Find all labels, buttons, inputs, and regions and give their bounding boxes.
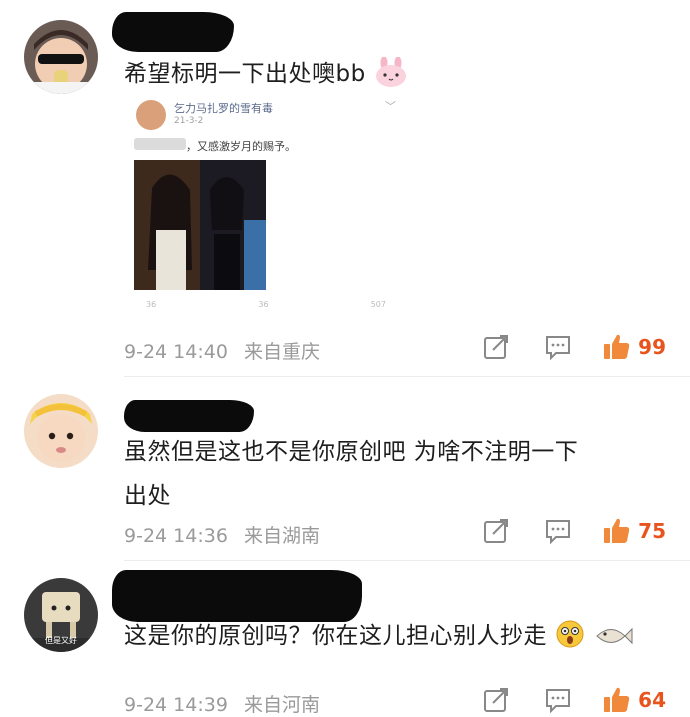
comment-date: 9-24 14:36	[124, 525, 228, 547]
divider	[124, 560, 690, 561]
avatar[interactable]	[24, 20, 98, 94]
avatar[interactable]: 但是又好	[24, 578, 98, 652]
comment-text: 这是你的原创吗？你在这儿担心别人抄走	[124, 614, 633, 658]
divider	[124, 376, 690, 377]
share-icon[interactable]	[482, 686, 510, 714]
quoted-stats: 36 36 507	[146, 300, 386, 309]
comment-meta: 9-24 14:36 来自湖南	[124, 521, 320, 548]
comment-date: 9-24 14:40	[124, 341, 228, 363]
fish-sticker-icon	[595, 627, 633, 645]
comment-icon[interactable]	[544, 686, 572, 714]
comment-location: 来自湖南	[243, 525, 320, 547]
comment-text: 希望标明一下出处噢bb	[124, 52, 408, 96]
like-button[interactable]: 99	[602, 332, 666, 362]
comment-icon[interactable]	[544, 333, 572, 361]
comment-meta: 9-24 14:39 来自河南	[124, 690, 320, 717]
thumbs-up-icon	[604, 334, 630, 359]
quoted-avatar	[136, 100, 166, 130]
quoted-photo	[134, 160, 266, 290]
comment-2: 虽然但是这也不是你原创吧 为啥不注明一下 出处 9-24 14:36 来自湖南 …	[0, 378, 690, 562]
thumbs-up-icon	[604, 687, 630, 712]
avatar-caption: 但是又好	[45, 636, 77, 645]
comment-date: 9-24 14:39	[124, 694, 228, 716]
surprised-emoji-icon	[556, 620, 584, 648]
share-icon[interactable]	[482, 517, 510, 545]
quoted-text: ，又感激岁月的赐予。	[186, 140, 296, 153]
comment-3: 但是又好 这是你的原创吗？你在这儿担心别人抄走 9-24 14:39 来自河南	[0, 562, 690, 717]
bunny-emoji-icon	[375, 56, 406, 87]
comment-actions: 99	[448, 332, 666, 362]
like-button[interactable]: 64	[602, 685, 666, 715]
quoted-date: 21-3-2	[174, 116, 204, 126]
comment-actions: 75	[448, 516, 666, 546]
like-count: 64	[638, 688, 666, 712]
like-button[interactable]: 75	[602, 516, 666, 546]
comment-actions: 64	[448, 685, 666, 715]
avatar[interactable]	[24, 394, 98, 468]
share-icon[interactable]	[482, 333, 510, 361]
like-count: 75	[638, 519, 666, 543]
redacted-username	[112, 12, 234, 52]
comment-location: 来自重庆	[243, 341, 320, 363]
quoted-post[interactable]: 乞力马扎罗的雪有毒 21-3-2 ﹀ ，又感激岁月的赐予。 36 36 507	[132, 94, 402, 316]
thumbs-up-icon	[604, 518, 630, 543]
quoted-author: 乞力马扎罗的雪有毒	[174, 102, 273, 115]
redacted-username	[124, 400, 254, 432]
comment-location: 来自河南	[243, 694, 320, 716]
comment-text: 虽然但是这也不是你原创吧 为啥不注明一下 出处	[124, 439, 579, 509]
like-count: 99	[638, 335, 666, 359]
comment-icon[interactable]	[544, 517, 572, 545]
blurred-text	[134, 138, 186, 150]
chevron-down-icon: ﹀	[385, 100, 396, 113]
comment-meta: 9-24 14:40 来自重庆	[124, 337, 320, 364]
comment-1: 希望标明一下出处噢bb 乞力马扎罗的雪有毒 21-3-2 ﹀ ，又感激岁月的赐予…	[0, 0, 690, 378]
